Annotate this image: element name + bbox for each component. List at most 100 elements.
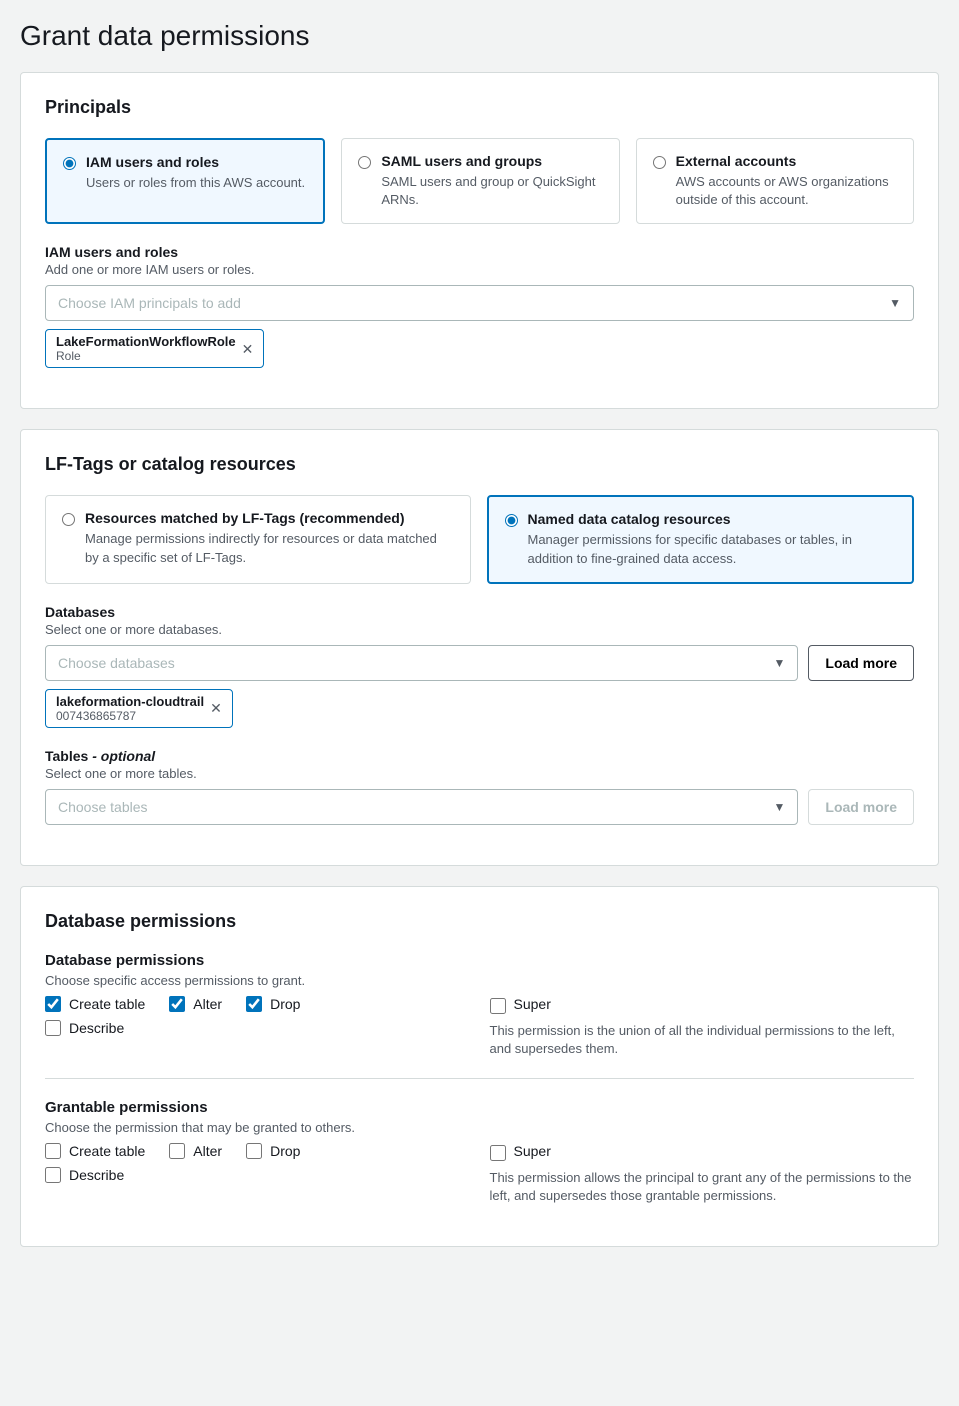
grantable-perms-row2: Describe	[45, 1167, 470, 1183]
gperm-describe-checkbox[interactable]	[45, 1167, 61, 1183]
gperm-create-table-checkbox[interactable]	[45, 1143, 61, 1159]
gperm-describe-label: Describe	[69, 1167, 124, 1183]
iam-tag-lakeformation: LakeFormationWorkflowRole Role ✕	[45, 329, 264, 368]
databases-dropdown-arrow-icon: ▼	[774, 656, 786, 670]
lftags-section-title: LF-Tags or catalog resources	[45, 454, 914, 475]
gperm-describe[interactable]: Describe	[45, 1167, 124, 1183]
principal-saml-desc: SAML users and group or QuickSight ARNs.	[381, 173, 602, 209]
grantable-perms-row1: Create table Alter Drop	[45, 1143, 470, 1159]
principal-iam-desc: Users or roles from this AWS account.	[86, 174, 305, 192]
iam-dropdown-placeholder: Choose IAM principals to add	[58, 295, 241, 311]
grantable-perms-columns: Create table Alter Drop Describe	[45, 1143, 914, 1205]
db-perms-row2: Describe	[45, 1020, 470, 1036]
iam-field-label: IAM users and roles	[45, 244, 914, 260]
iam-dropdown[interactable]: Choose IAM principals to add ▼	[45, 285, 914, 321]
tables-load-more-button[interactable]: Load more	[808, 789, 914, 825]
databases-placeholder: Choose databases	[58, 655, 175, 671]
iam-tag-close-icon[interactable]: ✕	[242, 342, 254, 356]
db-perms-columns: Create table Alter Drop Describe	[45, 996, 914, 1058]
grantable-perms-subsection: Grantable permissions Choose the permiss…	[45, 1099, 914, 1205]
principal-iam-label: IAM users and roles	[86, 154, 305, 170]
resource-option-named[interactable]: Named data catalog resources Manager per…	[487, 495, 915, 583]
gperm-super-checkbox[interactable]	[490, 1145, 506, 1161]
principal-saml-label: SAML users and groups	[381, 153, 602, 169]
lftags-section: LF-Tags or catalog resources Resources m…	[20, 429, 939, 865]
principal-external-desc: AWS accounts or AWS organizations outsid…	[676, 173, 897, 209]
perm-create-table-label: Create table	[69, 996, 145, 1012]
db-permissions-section-title: Database permissions	[45, 911, 914, 932]
gperm-alter-checkbox[interactable]	[169, 1143, 185, 1159]
tables-dropdown-arrow-icon: ▼	[774, 800, 786, 814]
perm-super[interactable]: Super	[490, 996, 915, 1016]
db-perms-subsection: Database permissions Choose specific acc…	[45, 952, 914, 1058]
iam-field-sublabel: Add one or more IAM users or roles.	[45, 262, 914, 277]
databases-load-more-button[interactable]: Load more	[808, 645, 914, 681]
databases-dropdown[interactable]: Choose databases ▼	[45, 645, 798, 681]
principal-option-iam[interactable]: IAM users and roles Users or roles from …	[45, 138, 325, 224]
principal-external-label: External accounts	[676, 153, 897, 169]
perm-describe[interactable]: Describe	[45, 1020, 124, 1036]
principal-radio-iam[interactable]	[63, 157, 76, 170]
db-tag-close-icon[interactable]: ✕	[210, 701, 222, 715]
principal-radio-saml[interactable]	[358, 156, 371, 169]
perm-describe-checkbox[interactable]	[45, 1020, 61, 1036]
principals-section: Principals IAM users and roles Users or …	[20, 72, 939, 409]
database-permissions-section: Database permissions Database permission…	[20, 886, 939, 1247]
iam-tag-name: LakeFormationWorkflowRole	[56, 334, 236, 349]
gperm-drop-checkbox[interactable]	[246, 1143, 262, 1159]
gperm-drop[interactable]: Drop	[246, 1143, 300, 1159]
db-tag-sub: 007436865787	[56, 709, 204, 723]
db-perms-row1: Create table Alter Drop	[45, 996, 470, 1012]
perm-drop-label: Drop	[270, 996, 300, 1012]
perm-create-table-checkbox[interactable]	[45, 996, 61, 1012]
gperm-alter[interactable]: Alter	[169, 1143, 222, 1159]
grantable-perms-label: Grantable permissions	[45, 1099, 914, 1116]
perm-alter-label: Alter	[193, 996, 222, 1012]
tables-field-section: Tables - optional Select one or more tab…	[45, 748, 914, 825]
principal-option-saml[interactable]: SAML users and groups SAML users and gro…	[341, 138, 619, 224]
perms-divider	[45, 1078, 914, 1079]
resource-option-lftags[interactable]: Resources matched by LF-Tags (recommende…	[45, 495, 471, 583]
principals-section-title: Principals	[45, 97, 914, 118]
resource-lftags-label: Resources matched by LF-Tags (recommende…	[85, 510, 454, 526]
resource-radio-lftags[interactable]	[62, 513, 75, 526]
tables-label: Tables - optional	[45, 748, 914, 764]
perm-drop-checkbox[interactable]	[246, 996, 262, 1012]
databases-label: Databases	[45, 604, 914, 620]
perm-super-checkbox[interactable]	[490, 998, 506, 1014]
principal-radio-external[interactable]	[653, 156, 666, 169]
databases-dropdown-wrapper: Choose databases ▼ Load more	[45, 645, 914, 681]
databases-sublabel: Select one or more databases.	[45, 622, 914, 637]
perm-alter[interactable]: Alter	[169, 996, 222, 1012]
principal-type-options: IAM users and roles Users or roles from …	[45, 138, 914, 224]
perm-drop[interactable]: Drop	[246, 996, 300, 1012]
resource-named-label: Named data catalog resources	[528, 511, 897, 527]
perm-super-desc: This permission is the union of all the …	[490, 1022, 915, 1058]
perm-describe-label: Describe	[69, 1020, 124, 1036]
db-perms-label: Database permissions	[45, 952, 914, 969]
gperm-drop-label: Drop	[270, 1143, 300, 1159]
resource-radio-named[interactable]	[505, 514, 518, 527]
iam-field-section: IAM users and roles Add one or more IAM …	[45, 244, 914, 368]
principal-option-external[interactable]: External accounts AWS accounts or AWS or…	[636, 138, 914, 224]
gperm-super[interactable]: Super	[490, 1143, 915, 1163]
gperm-create-table[interactable]: Create table	[45, 1143, 145, 1159]
tables-placeholder: Choose tables	[58, 799, 148, 815]
tables-dropdown[interactable]: Choose tables ▼	[45, 789, 798, 825]
page-title: Grant data permissions	[20, 20, 939, 52]
tables-optional-label: - optional	[92, 748, 155, 764]
perm-create-table[interactable]: Create table	[45, 996, 145, 1012]
gperm-super-label: Super	[514, 1143, 551, 1159]
db-perms-sublabel: Choose specific access permissions to gr…	[45, 973, 914, 988]
perm-alter-checkbox[interactable]	[169, 996, 185, 1012]
iam-dropdown-arrow-icon: ▼	[889, 296, 901, 310]
db-tag-name: lakeformation-cloudtrail	[56, 694, 204, 709]
gperm-create-table-label: Create table	[69, 1143, 145, 1159]
iam-dropdown-wrapper: Choose IAM principals to add ▼	[45, 285, 914, 321]
resource-lftags-desc: Manage permissions indirectly for resour…	[85, 530, 454, 566]
iam-tag-sub: Role	[56, 349, 236, 363]
resource-type-options: Resources matched by LF-Tags (recommende…	[45, 495, 914, 583]
tables-dropdown-wrapper: Choose tables ▼ Load more	[45, 789, 914, 825]
db-tag-lakeformation-cloudtrail: lakeformation-cloudtrail 007436865787 ✕	[45, 689, 233, 728]
resource-named-desc: Manager permissions for specific databas…	[528, 531, 897, 567]
